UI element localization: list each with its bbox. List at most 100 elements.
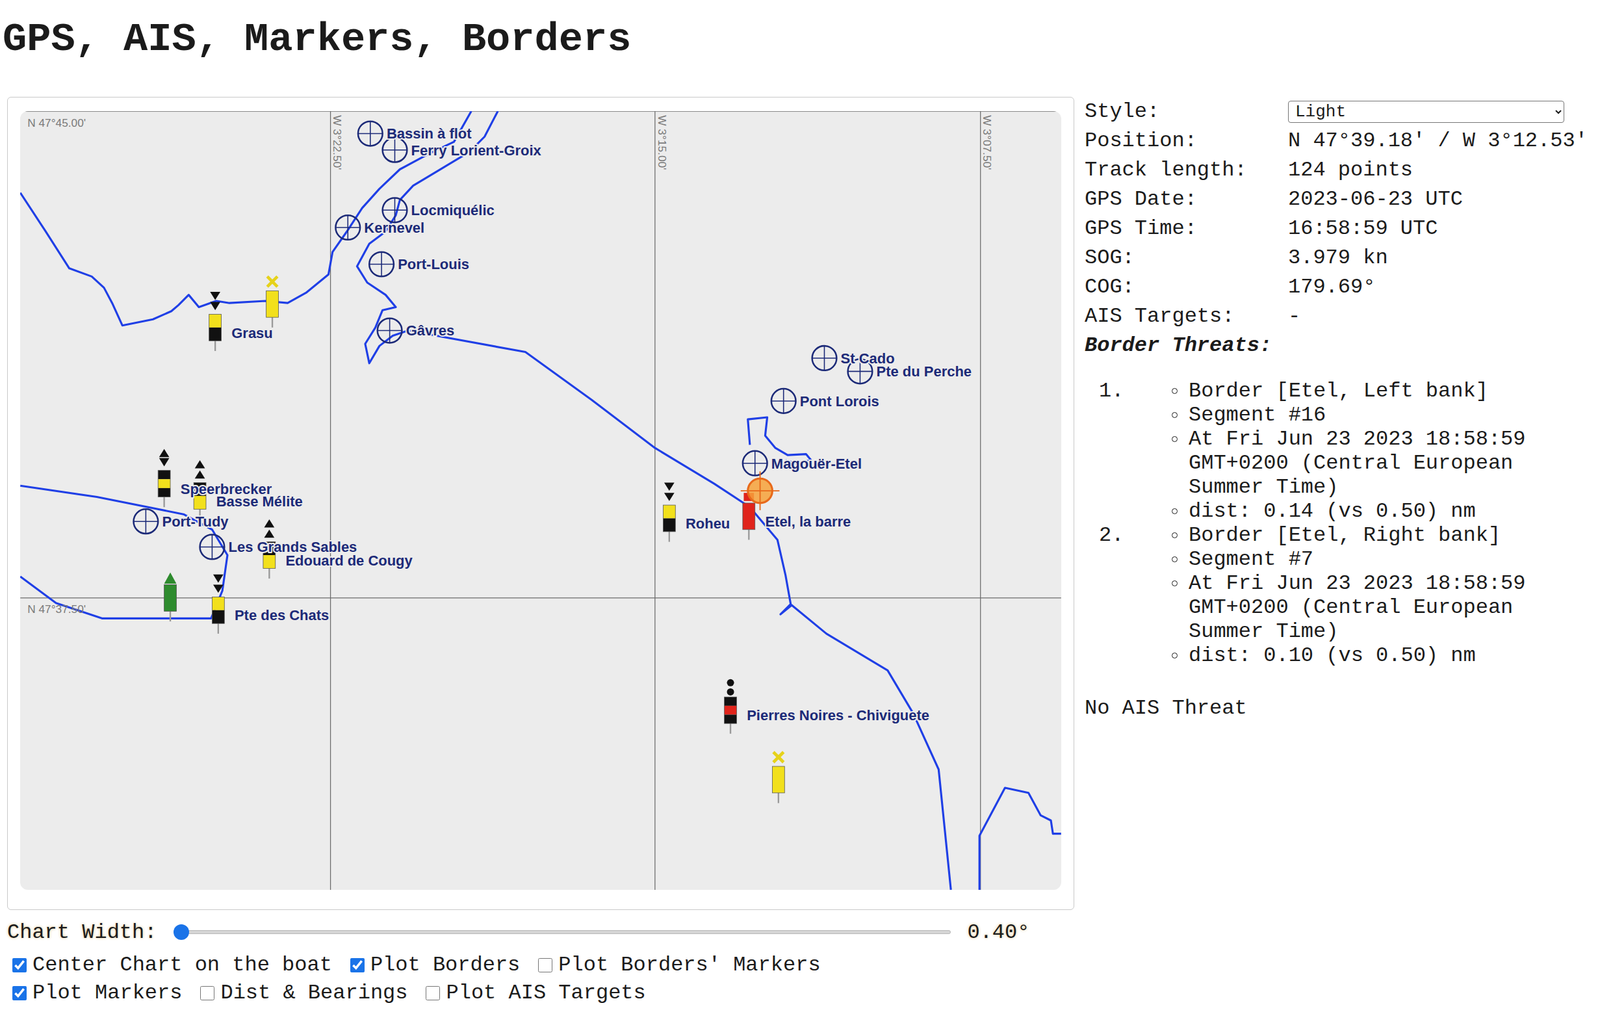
marker-icon[interactable] <box>382 197 408 223</box>
info-label: Style: <box>1084 96 1289 127</box>
threat-detail: At Fri Jun 23 2023 18:58:59 GMT+0200 (Ce… <box>1171 426 1584 500</box>
grid-label: W 3°22.50' <box>330 115 344 170</box>
buoy-label: Grasu <box>231 324 273 342</box>
info-value: 124 points <box>1288 155 1600 185</box>
marker-icon[interactable] <box>358 121 383 147</box>
border-line <box>20 111 472 326</box>
option-checkbox[interactable]: Center Chart on the boat <box>12 952 333 977</box>
option-checkbox[interactable]: Plot Borders' Markers <box>538 952 821 977</box>
buoy-label: Basse Mélite <box>216 493 303 510</box>
checkbox[interactable] <box>200 985 215 1001</box>
marker-label: Bassin à flot <box>386 125 472 142</box>
chart-width-slider[interactable] <box>173 922 951 942</box>
buoy-icon[interactable] <box>266 276 279 328</box>
threat-item: 2.Border [Etel, Right bank]Segment #7At … <box>1084 523 1600 668</box>
marker-icon[interactable] <box>377 318 403 344</box>
bullet-icon <box>1171 532 1178 539</box>
chart-canvas[interactable]: N 47°45.00'W 3°22.50'W 3°15.00'W 3°07.50… <box>20 111 1062 890</box>
option-label: Plot Borders <box>370 952 520 977</box>
info-value: 179.69° <box>1288 272 1600 302</box>
info-label: Track length: <box>1084 155 1289 185</box>
marker-icon[interactable] <box>742 451 768 476</box>
option-checkbox[interactable]: Dist & Bearings <box>200 980 408 1005</box>
threat-list: 1.Border [Etel, Left bank]Segment #16At … <box>1084 378 1600 668</box>
info-label: AIS Targets: <box>1084 301 1289 331</box>
slider-thumb[interactable] <box>173 924 190 940</box>
buoy-icon[interactable] <box>209 291 222 351</box>
bullet-icon <box>1171 412 1178 418</box>
buoy-icon[interactable] <box>157 449 171 507</box>
bullet-icon <box>1171 387 1178 394</box>
marker-icon[interactable] <box>335 215 361 240</box>
threat-item: 1.Border [Etel, Left bank]Segment #16At … <box>1084 378 1600 524</box>
info-value: 3.979 kn <box>1288 243 1600 273</box>
buoy-icon[interactable] <box>724 679 737 734</box>
checkbox[interactable] <box>12 985 27 1001</box>
option-label: Plot AIS Targets <box>445 980 646 1005</box>
info-label: COG: <box>1084 272 1289 302</box>
threat-detail: Border [Etel, Left bank] <box>1171 378 1584 403</box>
option-label: Dist & Bearings <box>220 980 408 1005</box>
info-label: GPS Date: <box>1084 184 1289 214</box>
checkbox[interactable] <box>12 957 27 973</box>
boat-icon <box>740 471 780 511</box>
marker-label: Kernevel <box>363 219 425 236</box>
border-line <box>979 787 1062 890</box>
option-label: Plot Borders' Markers <box>558 952 821 977</box>
marker-label: Port-Louis <box>397 256 470 273</box>
buoy-label: Edouard de Cougy <box>285 552 413 569</box>
option-label: Center Chart on the boat <box>32 952 333 977</box>
marker-icon[interactable] <box>133 508 159 534</box>
info-value: Light <box>1288 96 1600 127</box>
checkbox[interactable] <box>350 957 365 973</box>
marker-icon[interactable] <box>812 345 838 371</box>
bullet-icon <box>1171 508 1178 515</box>
bullet-icon <box>1171 556 1178 563</box>
options: Center Chart on the boat Plot Borders Plot… <box>7 950 1075 1007</box>
page: GPS, AIS, Markers, BordersN 47°45.00'W 3… <box>0 15 1600 1027</box>
threat-detail: dist: 0.10 (vs 0.50) nm <box>1171 643 1584 668</box>
marker-icon[interactable] <box>771 388 797 414</box>
page-title: GPS, AIS, Markers, Borders <box>2 15 1600 64</box>
info-table: Style:LightPosition:N 47°39.18' / W 3°12… <box>1084 96 1600 361</box>
buoy-icon[interactable] <box>772 751 785 804</box>
option-checkbox[interactable]: Plot Markers <box>12 980 182 1005</box>
option-label: Plot Markers <box>32 980 182 1005</box>
marker-label: Magouër-Etel <box>771 455 862 472</box>
info-value: 16:58:59 UTC <box>1288 213 1600 244</box>
style-select[interactable]: Light <box>1288 100 1565 123</box>
threat-index: 1. <box>1084 378 1172 403</box>
buoy-label: Etel, la barre <box>764 513 851 530</box>
buoy-icon[interactable] <box>662 482 676 542</box>
grid-label: W 3°15.00' <box>655 115 669 170</box>
ais-status: No AIS Threat <box>1084 693 1600 723</box>
marker-label: Ferry Lorient-Groix <box>411 142 542 159</box>
option-checkbox[interactable]: Plot AIS Targets <box>425 980 646 1005</box>
chart[interactable]: N 47°45.00'W 3°22.50'W 3°15.00'W 3°07.50… <box>20 111 1062 890</box>
marker-label: Port-Tudy <box>161 513 229 530</box>
marker-icon[interactable] <box>200 534 225 560</box>
checkbox[interactable] <box>425 985 440 1001</box>
buoy-icon[interactable] <box>164 572 177 622</box>
checkbox[interactable] <box>538 957 553 973</box>
grid-line <box>20 111 1062 112</box>
buoy-label: Roheu <box>685 515 730 532</box>
slider-track <box>173 929 951 934</box>
bullet-icon <box>1171 580 1178 587</box>
bullet-icon <box>1171 652 1178 659</box>
threat-detail: dist: 0.14 (vs 0.50) nm <box>1171 499 1584 524</box>
grid-line <box>654 111 656 890</box>
main-area: N 47°45.00'W 3°22.50'W 3°15.00'W 3°07.50… <box>0 96 1600 1007</box>
marker-label: Locmiquélic <box>411 202 495 219</box>
border-line <box>356 111 951 890</box>
info-value: 2023-06-23 UTC <box>1288 184 1600 214</box>
threat-detail: Border [Etel, Right bank] <box>1171 523 1584 548</box>
marker-label: Gâvres <box>406 322 455 339</box>
info-panel: Style:LightPosition:N 47°39.18' / W 3°12… <box>1084 96 1600 723</box>
chart-width-label: Chart Width: <box>7 920 157 945</box>
threat-detail: At Fri Jun 23 2023 18:58:59 GMT+0200 (Ce… <box>1171 571 1584 644</box>
buoy-icon[interactable] <box>211 574 225 634</box>
marker-label: Pte du Perche <box>876 363 973 380</box>
option-checkbox[interactable]: Plot Borders <box>350 952 520 977</box>
marker-icon[interactable] <box>369 252 394 277</box>
